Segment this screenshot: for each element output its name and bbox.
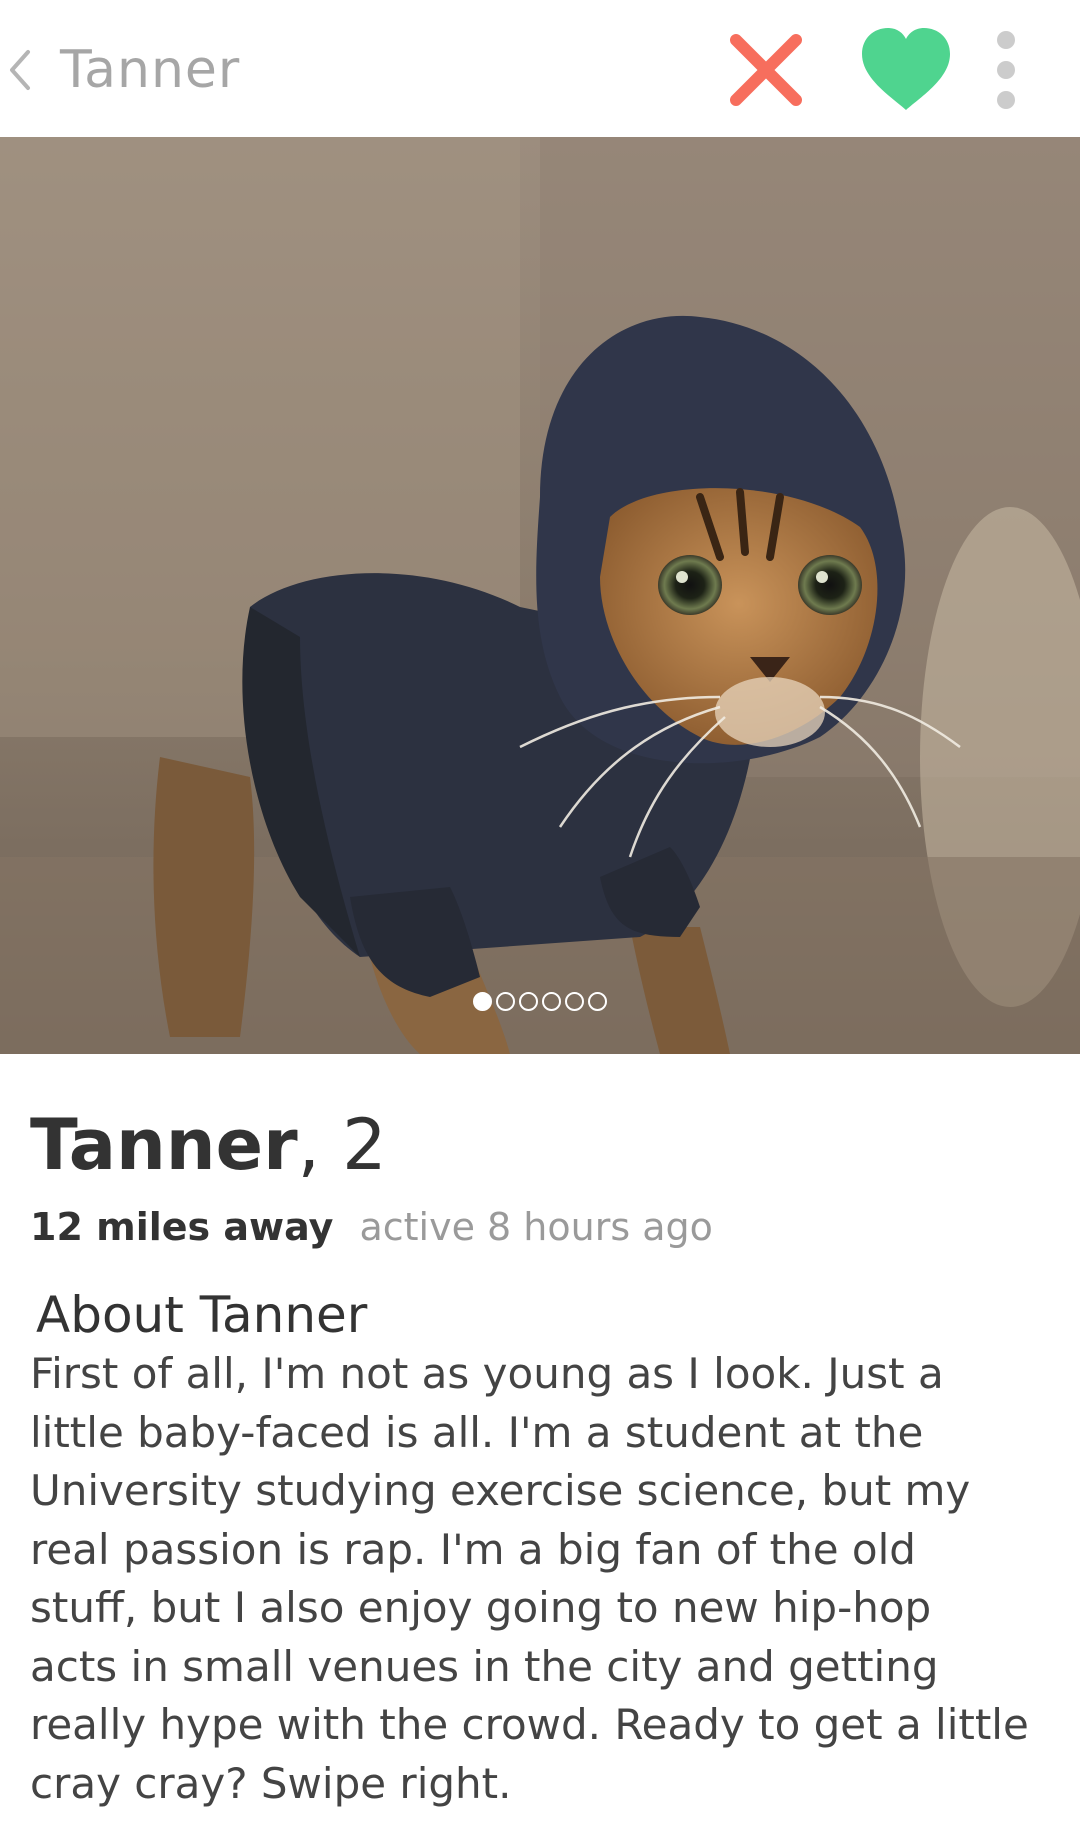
profile-age: , 2 xyxy=(297,1104,387,1186)
about-heading: About Tanner xyxy=(36,1286,368,1344)
profile-meta: 12 miles away active 8 hours ago xyxy=(30,1202,1050,1252)
more-vertical-icon[interactable] xyxy=(986,28,1026,112)
activity-text: active 8 hours ago xyxy=(359,1205,713,1249)
photo-indicator-dot[interactable] xyxy=(565,992,584,1011)
chevron-left-icon xyxy=(10,50,30,90)
about-bio: First of all, I'm not as young as I look… xyxy=(30,1349,1029,1808)
distance-text: 12 miles away xyxy=(30,1205,334,1249)
close-x-icon[interactable] xyxy=(726,30,806,110)
profile-photo[interactable] xyxy=(0,137,1080,1054)
photo-indicator-dot[interactable] xyxy=(496,992,515,1011)
top-bar: Tanner xyxy=(0,0,1080,137)
profile-title: Tanner xyxy=(60,40,241,100)
back-button[interactable]: Tanner xyxy=(0,30,240,110)
photo-indicator-dot[interactable] xyxy=(519,992,538,1011)
photo-indicator-dot-active[interactable] xyxy=(473,992,492,1011)
photo-indicator xyxy=(0,992,1080,1011)
name-age: Tanner, 2 xyxy=(30,1100,1050,1190)
profile-name: Tanner xyxy=(30,1104,298,1186)
photo-indicator-dot[interactable] xyxy=(588,992,607,1011)
photo-indicator-dot[interactable] xyxy=(542,992,561,1011)
profile-info: Tanner, 2 12 miles away active 8 hours a… xyxy=(30,1100,1050,1252)
heart-icon[interactable] xyxy=(860,26,952,112)
